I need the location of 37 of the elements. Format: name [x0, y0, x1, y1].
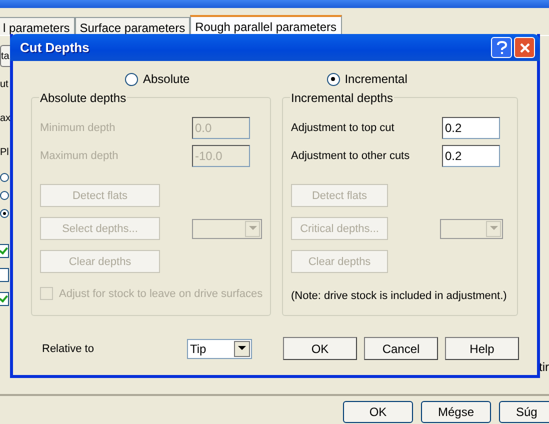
group-title: Incremental depths	[290, 91, 394, 105]
dialog-button[interactable]: Cancel	[364, 337, 438, 360]
group-title: Absolute depths	[39, 91, 128, 105]
field-label: Adjustment to top cut	[291, 122, 394, 134]
dialog-button[interactable]: Help	[445, 337, 519, 360]
input-field[interactable]: 0.2	[442, 144, 500, 166]
parent-button[interactable]: ta	[0, 45, 10, 67]
parent-label: ut	[0, 79, 10, 92]
dialog-button[interactable]: OK	[283, 337, 357, 360]
input-field[interactable]: 0.2	[442, 116, 500, 138]
parent-label: tir	[539, 360, 549, 374]
field-label: Maximum depth	[40, 150, 118, 162]
close-icon[interactable]	[514, 37, 535, 58]
field-label: Adjustment to other cuts	[291, 150, 410, 162]
dialog-title: Cut Depths	[20, 40, 90, 55]
note-text: (Note: drive stock is included in adjustment.)	[291, 290, 508, 302]
radio-button[interactable]	[0, 173, 9, 182]
help-icon[interactable]	[491, 37, 512, 58]
radio-button[interactable]	[0, 209, 9, 218]
caret-icon[interactable]	[234, 340, 250, 356]
parent-button[interactable]: Mégse	[421, 401, 491, 423]
radio-option[interactable]: Incremental	[326, 72, 408, 86]
field-label: Relative to	[42, 342, 95, 354]
tab[interactable]: l parameters	[0, 17, 75, 35]
checkbox[interactable]	[0, 292, 9, 306]
tab[interactable]: Surface parameters	[74, 17, 190, 35]
parent-label: ax	[0, 113, 10, 126]
radio-button[interactable]	[0, 191, 9, 200]
tab[interactable]: Rough parallel parameters	[190, 15, 342, 35]
checkbox[interactable]	[0, 268, 9, 282]
field-label: Minimum depth	[40, 122, 116, 134]
checkbox[interactable]	[0, 244, 9, 258]
radio-option[interactable]: Absolute	[125, 72, 190, 86]
parent-label: Pl	[0, 147, 10, 160]
parent-button[interactable]: OK	[343, 401, 413, 423]
parent-button[interactable]: Súg	[499, 401, 549, 423]
dropdown[interactable]: Tip	[186, 338, 252, 358]
